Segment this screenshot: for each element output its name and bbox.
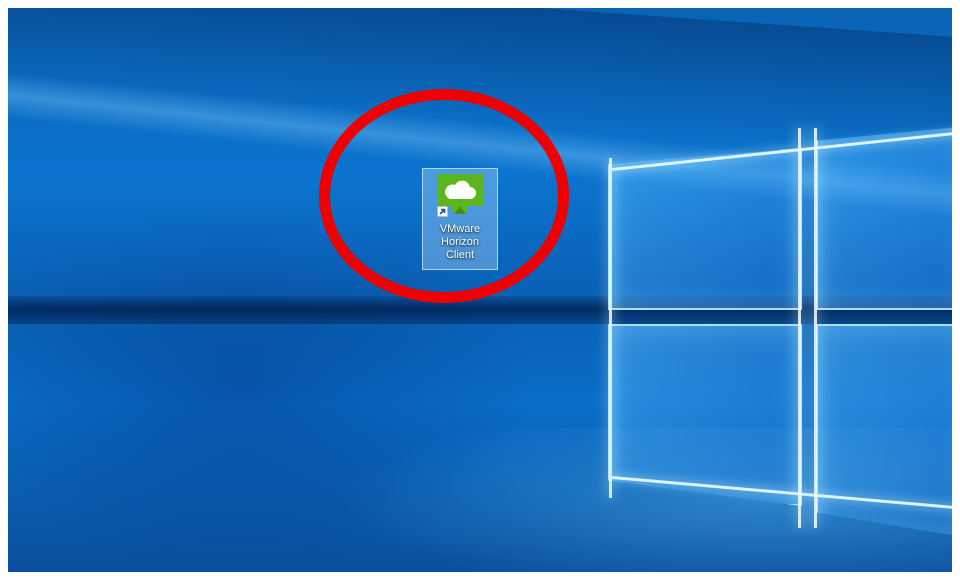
shortcut-arrow-icon (437, 206, 448, 217)
desktop-icon-label-line: Horizon (441, 236, 479, 248)
desktop-icon-label-line: VMware (439, 223, 481, 235)
desktop-icon-vmware-horizon-client[interactable]: VMware Horizon Client (422, 168, 498, 270)
windows-logo-light-line (609, 158, 612, 498)
desktop-icon-label-line: Client (445, 249, 475, 261)
windows-logo-light-line (798, 128, 801, 528)
windows-logo-pane-top-right (816, 126, 952, 310)
desktop-icon-label: VMware Horizon Client (423, 223, 497, 262)
screenshot-frame: VMware Horizon Client (0, 0, 960, 580)
windows-logo-light-line (814, 128, 817, 528)
wallpaper-horizon (8, 296, 952, 324)
desktop[interactable]: VMware Horizon Client (8, 8, 952, 572)
windows-logo-pane-top-left (608, 148, 802, 310)
